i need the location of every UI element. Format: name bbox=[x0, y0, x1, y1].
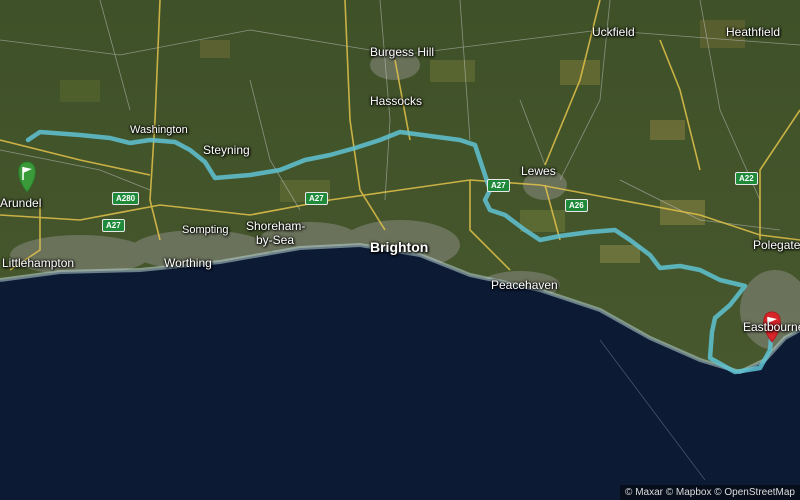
road-shield-a27-east: A27 bbox=[487, 179, 510, 192]
place-hassocks: Hassocks bbox=[370, 94, 423, 108]
place-peacehaven: Peacehaven bbox=[491, 278, 558, 292]
place-washington: Washington bbox=[130, 124, 188, 136]
place-polegate: Polegate bbox=[753, 238, 800, 252]
place-lewes: Lewes bbox=[521, 164, 556, 178]
road-shield-a27-central: A27 bbox=[305, 192, 328, 205]
place-heathfield: Heathfield bbox=[726, 25, 781, 39]
place-brighton: Brighton bbox=[370, 239, 429, 255]
road-shield-a22: A22 bbox=[735, 172, 758, 185]
place-burgess-hill: Burgess Hill bbox=[370, 45, 435, 59]
place-uckfield: Uckfield bbox=[592, 25, 635, 39]
road-shield-a27-west: A27 bbox=[102, 219, 125, 232]
map-attribution[interactable]: © Maxar © Mapbox © OpenStreetMap bbox=[620, 485, 800, 500]
road-shield-a26: A26 bbox=[565, 199, 588, 212]
road-shield-a280: A280 bbox=[112, 192, 140, 205]
place-steyning: Steyning bbox=[203, 143, 250, 157]
place-shoreham: Shoreham- bbox=[246, 219, 306, 233]
place-eastbourne: Eastbourne bbox=[743, 320, 800, 334]
place-arundel: Arundel bbox=[0, 196, 42, 210]
place-sompting: Sompting bbox=[182, 224, 229, 236]
place-littlehampton: Littlehampton bbox=[2, 256, 75, 270]
map[interactable]: Arundel Littlehampton Worthing Sompting … bbox=[0, 0, 800, 500]
place-worthing: Worthing bbox=[164, 256, 212, 270]
place-shoreham-2: by-Sea bbox=[256, 233, 295, 247]
